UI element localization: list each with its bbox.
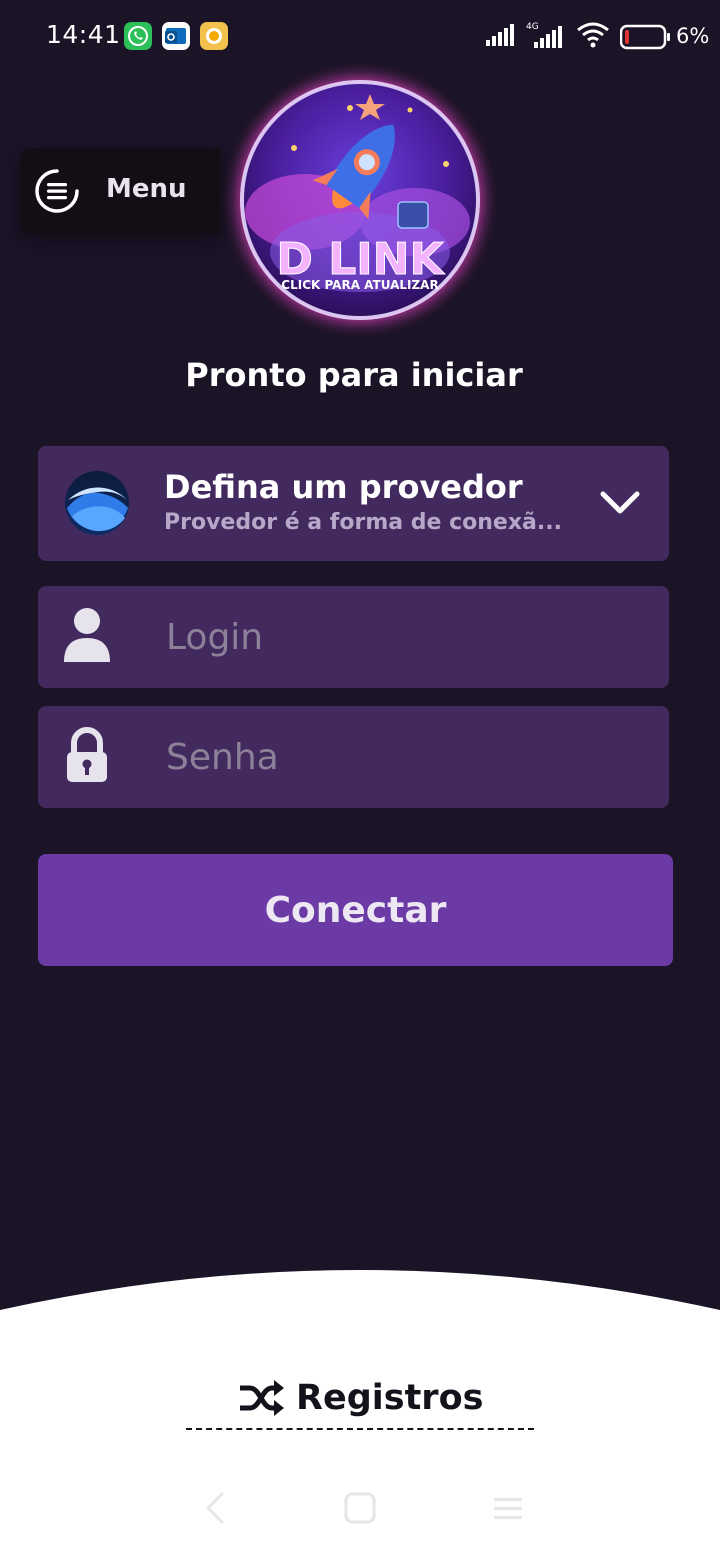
provider-title: Defina um provedor xyxy=(164,468,523,506)
dashed-divider xyxy=(186,1428,534,1430)
status-time: 14:41 xyxy=(46,20,121,49)
registros-label: Registros xyxy=(296,1378,484,1418)
password-input[interactable] xyxy=(158,724,656,790)
connect-button[interactable]: Conectar xyxy=(38,854,673,966)
password-field[interactable] xyxy=(38,706,669,808)
login-input[interactable] xyxy=(158,604,656,670)
lock-icon xyxy=(62,726,112,784)
shuffle-icon xyxy=(238,1378,284,1418)
dlink-logo[interactable]: D LINK CLICK PARA ATUALIZAR xyxy=(210,60,510,342)
wifi-icon xyxy=(576,20,610,54)
outlook-icon xyxy=(162,22,190,50)
menu-button[interactable]: Menu xyxy=(20,148,220,234)
registros-button[interactable]: Registros xyxy=(238,1372,498,1424)
svg-text:4G: 4G xyxy=(526,22,539,32)
provider-subtitle: Provedor é a forma de conexã... xyxy=(164,510,562,535)
provider-globe-icon xyxy=(64,470,130,536)
recents-icon[interactable] xyxy=(488,1488,528,1528)
battery-icon xyxy=(619,24,672,54)
battery-percent: 6% xyxy=(676,24,710,48)
whatsapp-icon xyxy=(124,22,152,50)
provider-selector[interactable]: Defina um provedor Provedor é a forma de… xyxy=(38,446,669,561)
hamburger-menu-icon xyxy=(34,168,80,214)
home-icon[interactable] xyxy=(340,1488,380,1528)
logo-tagline-text: CLICK PARA ATUALIZAR xyxy=(281,278,438,292)
app-screen: 14:41 4G 6% D LINK CLICK PARA ATUALIZAR … xyxy=(0,0,720,1560)
login-field[interactable] xyxy=(38,586,669,688)
signal-4g-icon: 4G xyxy=(526,20,566,54)
connection-status-title: Pronto para iniciar xyxy=(185,356,523,394)
chevron-down-icon[interactable] xyxy=(598,484,642,522)
app-notification-icon xyxy=(200,22,228,50)
signal-icon xyxy=(484,20,518,52)
menu-label: Menu xyxy=(106,174,187,204)
user-icon xyxy=(62,606,112,664)
back-icon[interactable] xyxy=(198,1488,238,1528)
